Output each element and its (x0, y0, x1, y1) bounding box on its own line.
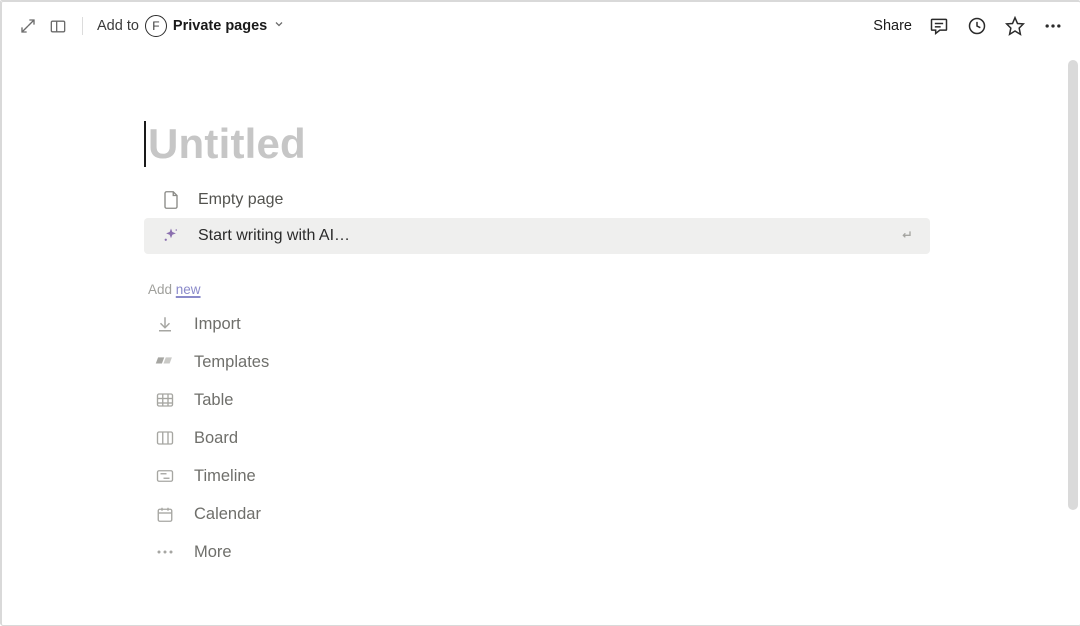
item-board[interactable]: Board (144, 419, 930, 457)
more-menu-icon[interactable] (1042, 15, 1064, 37)
option-empty-page[interactable]: Empty page (144, 182, 930, 218)
item-label: Board (194, 429, 238, 448)
item-label: Templates (194, 353, 269, 372)
expand-arrows-icon[interactable] (18, 16, 38, 36)
title-input[interactable]: Untitled (144, 120, 930, 168)
text-caret (144, 121, 146, 167)
item-label: Import (194, 315, 241, 334)
clock-icon[interactable] (966, 15, 988, 37)
download-icon (154, 313, 176, 335)
ellipsis-icon (154, 541, 176, 563)
item-table[interactable]: Table (144, 381, 930, 419)
topbar-divider (82, 17, 83, 35)
item-label: Timeline (194, 467, 256, 486)
option-label: Empty page (198, 191, 283, 209)
add-new-section-label: Add new (148, 282, 930, 297)
chevron-down-icon (273, 18, 285, 34)
primary-options: Empty page Start writing with AI… (144, 182, 930, 254)
item-calendar[interactable]: Calendar (144, 495, 930, 533)
topbar: Add to F Private pages Share (2, 2, 1080, 50)
avatar-letter-badge: F (145, 15, 167, 37)
page-icon (160, 189, 182, 211)
option-label: Start writing with AI… (198, 227, 350, 245)
return-icon (898, 226, 914, 247)
board-icon (154, 427, 176, 449)
comments-icon[interactable] (928, 15, 950, 37)
item-more[interactable]: More (144, 533, 930, 571)
topbar-right: Share (873, 15, 1064, 37)
calendar-icon (154, 503, 176, 525)
location-label: Private pages (173, 18, 267, 34)
share-button[interactable]: Share (873, 18, 912, 34)
add-label: Add (148, 282, 176, 297)
sparkle-icon (160, 225, 182, 247)
add-to-breadcrumb[interactable]: Add to F Private pages (97, 15, 285, 37)
item-import[interactable]: Import (144, 305, 930, 343)
item-timeline[interactable]: Timeline (144, 457, 930, 495)
page-body: Untitled Empty page Start writing with A… (2, 50, 930, 571)
item-label: Calendar (194, 505, 261, 524)
star-icon[interactable] (1004, 15, 1026, 37)
item-label: More (194, 543, 232, 562)
option-ai-write[interactable]: Start writing with AI… (144, 218, 930, 254)
item-templates[interactable]: Templates (144, 343, 930, 381)
table-icon (154, 389, 176, 411)
scrollbar-thumb[interactable] (1068, 60, 1078, 510)
add-to-label: Add to (97, 18, 139, 34)
panel-icon[interactable] (48, 16, 68, 36)
timeline-icon (154, 465, 176, 487)
topbar-left: Add to F Private pages (18, 15, 285, 37)
item-label: Table (194, 391, 233, 410)
add-new-list: Import Templates Table Board Timeline (144, 305, 930, 571)
templates-icon (154, 351, 176, 373)
new-label: new (176, 282, 201, 297)
title-placeholder: Untitled (148, 120, 306, 168)
